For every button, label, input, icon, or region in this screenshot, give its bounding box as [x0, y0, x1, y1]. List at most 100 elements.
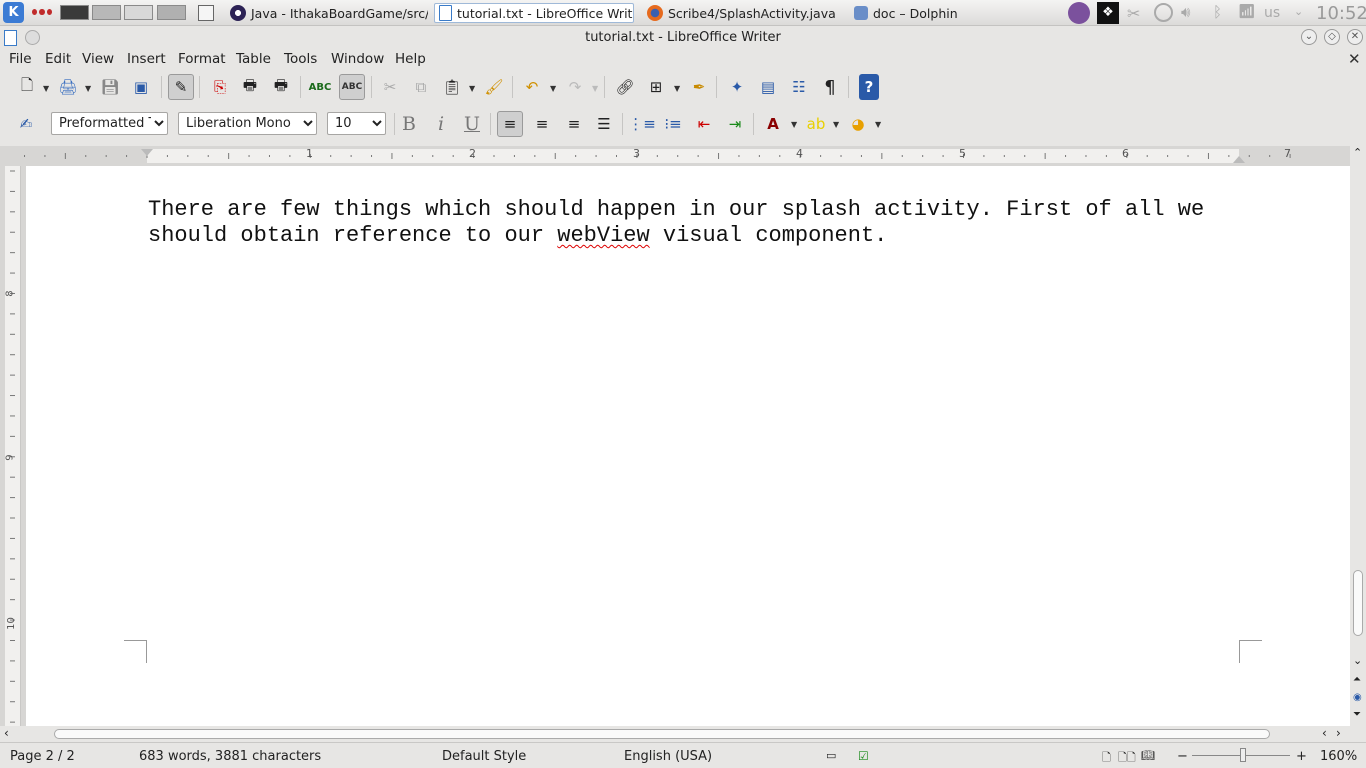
zoom-in-icon[interactable]: +: [1296, 749, 1307, 764]
page-count[interactable]: Page 2 / 2: [10, 749, 75, 764]
save-as-icon[interactable]: ▣: [128, 74, 154, 100]
scroll-right-icon[interactable]: ‹: [1322, 726, 1327, 740]
left-indent-marker[interactable]: [141, 149, 153, 156]
taskbar-window-eclipse[interactable]: Java - IthakaBoardGame/src/e: [226, 3, 428, 23]
next-page-icon[interactable]: ⏷: [1353, 709, 1361, 720]
insert-table-icon[interactable]: ⊞: [643, 74, 669, 100]
multi-page-view-icon[interactable]: 🗋🗋: [1118, 749, 1136, 768]
paragraph-style-select[interactable]: Preformatted Te: [51, 112, 168, 135]
font-size-select[interactable]: 10: [327, 112, 386, 135]
page-style[interactable]: Default Style: [442, 749, 526, 764]
redo-icon[interactable]: ↷: [562, 74, 588, 100]
zoom-out-icon[interactable]: −: [1177, 749, 1188, 764]
menu-edit[interactable]: Edit: [45, 51, 71, 67]
kde-menu-icon[interactable]: K: [3, 2, 24, 23]
menu-table[interactable]: Table: [236, 51, 271, 67]
clock[interactable]: 10:52: [1316, 3, 1366, 24]
menu-tools[interactable]: Tools: [284, 51, 317, 67]
highlighting-icon[interactable]: ab: [803, 111, 829, 137]
menu-format[interactable]: Format: [178, 51, 226, 67]
print-direct-icon[interactable]: 🖨: [55, 74, 81, 100]
zoom-level[interactable]: 160%: [1320, 749, 1357, 764]
taskbar-window-firefox[interactable]: Scribe4/SplashActivity.java at: [643, 3, 839, 23]
dropbox-icon[interactable]: ❖: [1097, 2, 1119, 24]
menu-window[interactable]: Window: [331, 51, 384, 67]
cut-icon[interactable]: ✂: [377, 74, 403, 100]
scroll-right-icon[interactable]: ›: [1336, 726, 1341, 740]
print-icon[interactable]: 🖶: [237, 74, 263, 100]
selection-mode-icon[interactable]: ▭: [826, 749, 836, 762]
menu-file[interactable]: File: [9, 51, 32, 67]
menu-insert[interactable]: Insert: [127, 51, 166, 67]
close-document-icon[interactable]: ✕: [1348, 50, 1361, 68]
new-document-icon[interactable]: 🗋: [14, 74, 40, 100]
book-view-icon[interactable]: 📖︎: [1141, 749, 1155, 762]
scroll-down-icon[interactable]: ⌄: [1353, 654, 1362, 667]
export-pdf-icon[interactable]: ⎘: [207, 74, 233, 100]
spelling-icon[interactable]: ABC: [307, 74, 333, 100]
align-right-icon[interactable]: ≡: [561, 111, 587, 137]
previous-page-icon[interactable]: ⏶: [1353, 674, 1361, 685]
maximize-button[interactable]: ◇: [1324, 29, 1340, 45]
autospellcheck-icon[interactable]: ABC: [339, 74, 365, 100]
misspelled-word[interactable]: webView: [557, 223, 649, 248]
vertical-scroll-thumb[interactable]: [1353, 570, 1363, 636]
edit-mode-icon[interactable]: ✎: [168, 74, 194, 100]
taskbar-window-writer[interactable]: tutorial.txt - LibreOffice Write: [434, 3, 634, 23]
navigator-icon[interactable]: ✦: [724, 74, 750, 100]
single-page-view-icon[interactable]: 🗋: [1102, 749, 1111, 768]
decrease-indent-icon[interactable]: ⇤: [691, 111, 717, 137]
increase-indent-icon[interactable]: ⇥: [722, 111, 748, 137]
paste-icon[interactable]: 📋︎: [439, 74, 465, 100]
menu-view[interactable]: View: [82, 51, 114, 67]
language[interactable]: English (USA): [624, 749, 712, 764]
document-page[interactable]: There are few things which should happen…: [26, 166, 1350, 726]
word-count[interactable]: 683 words, 3881 characters: [139, 749, 321, 764]
horizontal-scrollbar[interactable]: ‹ ‹ ›: [0, 726, 1350, 742]
volume-icon[interactable]: 🔊︎: [1181, 3, 1190, 21]
bullets-icon[interactable]: ⁝≡: [660, 111, 686, 137]
virtual-desktop-3[interactable]: [124, 5, 153, 20]
vertical-ruler[interactable]: 8 9 10: [5, 166, 21, 726]
network-manager-icon[interactable]: [1154, 3, 1173, 22]
bold-icon[interactable]: B: [396, 111, 422, 137]
vertical-scrollbar[interactable]: ⌃ ⌄ ⏶ ◉ ⏷: [1350, 146, 1366, 726]
zoom-slider-knob[interactable]: [1240, 748, 1246, 762]
virtual-desktop-4[interactable]: [157, 5, 186, 20]
copy-icon[interactable]: ⧉: [408, 74, 434, 100]
menu-help[interactable]: Help: [395, 51, 426, 67]
notes-icon[interactable]: [198, 5, 214, 21]
bluetooth-icon[interactable]: ᛒ: [1213, 3, 1222, 21]
align-left-icon[interactable]: ≡: [497, 111, 523, 137]
minimize-button[interactable]: ⌄: [1301, 29, 1317, 45]
data-sources-icon[interactable]: ☷: [786, 74, 812, 100]
virtual-desktop-1[interactable]: [60, 5, 89, 20]
scroll-left-icon[interactable]: ‹: [4, 726, 9, 740]
undo-icon[interactable]: ↶: [519, 74, 545, 100]
scroll-up-icon[interactable]: ⌃: [1353, 146, 1362, 159]
print-preview-icon[interactable]: 🖶: [268, 74, 294, 100]
underline-icon[interactable]: U: [459, 111, 485, 137]
clone-formatting-icon[interactable]: 🖌: [481, 74, 507, 100]
activities-icon[interactable]: [32, 9, 52, 17]
taskbar-window-dolphin[interactable]: doc – Dolphin: [850, 3, 1000, 23]
align-center-icon[interactable]: ≡: [529, 111, 555, 137]
document-modified-icon[interactable]: ☑: [858, 749, 869, 763]
justify-icon[interactable]: ☰: [591, 111, 617, 137]
hyperlink-icon[interactable]: 🔗︎: [612, 74, 638, 100]
virtual-desktop-2[interactable]: [92, 5, 121, 20]
save-icon[interactable]: 💾︎: [97, 74, 123, 100]
document-text[interactable]: There are few things which should happen…: [148, 197, 1248, 249]
gallery-icon[interactable]: ▤: [755, 74, 781, 100]
keyboard-layout[interactable]: us: [1264, 5, 1280, 21]
font-color-icon[interactable]: A: [760, 111, 786, 137]
close-window-button[interactable]: ✕: [1347, 29, 1363, 45]
formatting-marks-icon[interactable]: ¶: [817, 74, 843, 100]
wifi-icon[interactable]: 📶︎: [1238, 4, 1256, 20]
show-draw-functions-icon[interactable]: ✒: [686, 74, 712, 100]
background-color-icon[interactable]: ◕: [845, 111, 871, 137]
viber-icon[interactable]: [1068, 2, 1090, 24]
horizontal-ruler[interactable]: 1 2 3 4 5 6 7: [0, 146, 1350, 166]
help-icon[interactable]: ?: [859, 74, 879, 100]
styles-formatting-icon[interactable]: ✍: [13, 111, 39, 137]
